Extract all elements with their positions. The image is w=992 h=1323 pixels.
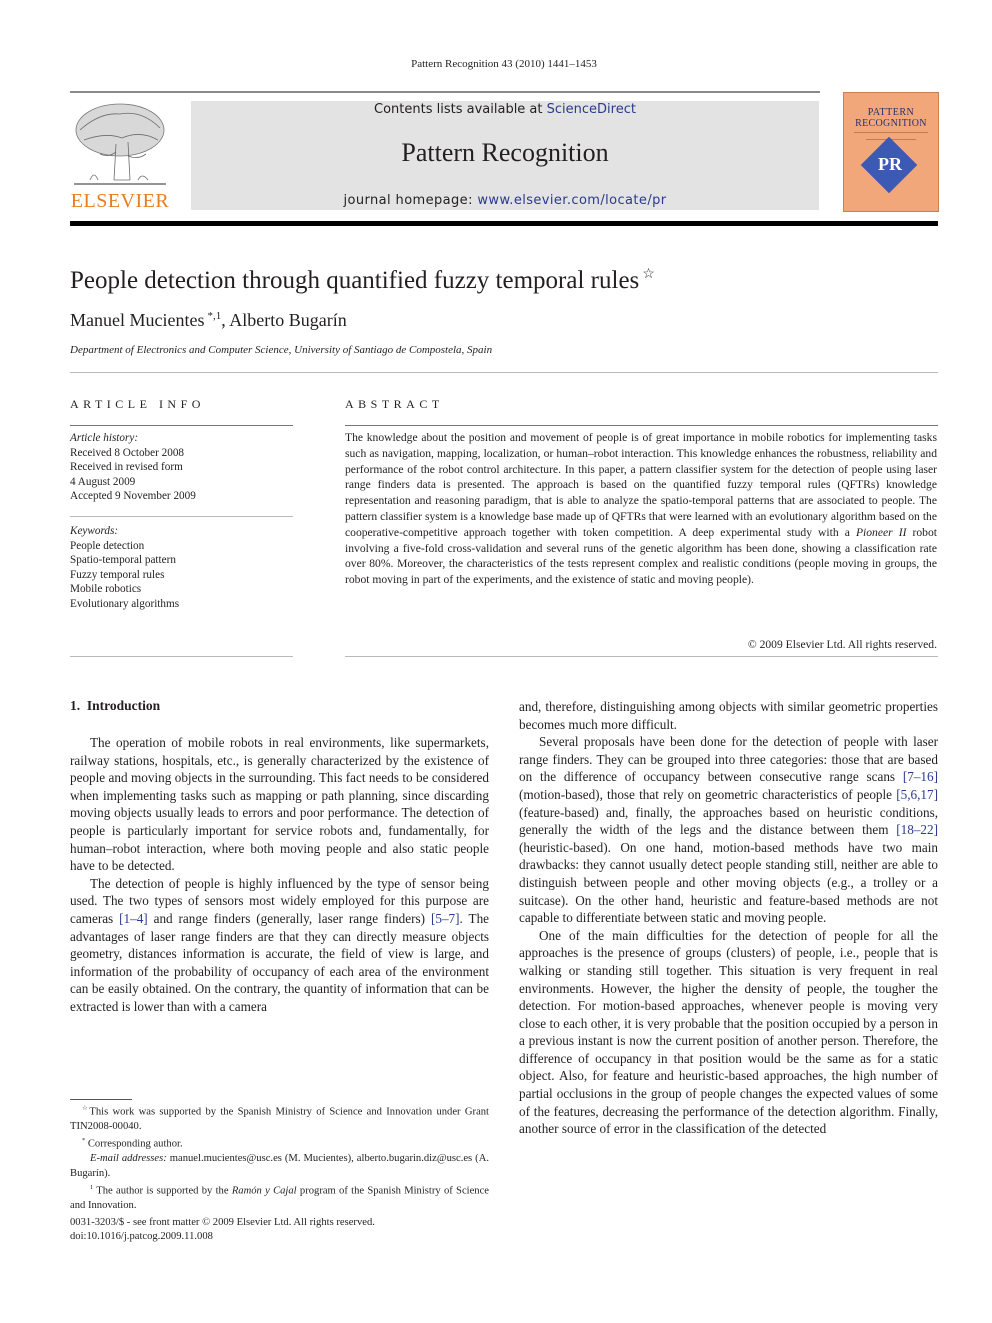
citation-link[interactable]: [5–7] <box>431 911 460 926</box>
abstract-italic: Pioneer II <box>855 525 907 539</box>
paragraph: The detection of people is highly influe… <box>70 875 489 1016</box>
paragraph-text: . The advantages of laser range finders … <box>70 910 490 1014</box>
divider <box>70 372 938 373</box>
paragraph-text: (motion-based), those that rely on geome… <box>519 786 897 802</box>
homepage-link[interactable]: www.elsevier.com/locate/pr <box>477 193 666 208</box>
paragraph-text: Several proposals have been done for the… <box>519 734 938 785</box>
author-name[interactable]: Alberto Bugarín <box>229 310 346 330</box>
author-marks: *,1 <box>207 310 222 322</box>
divider <box>345 425 938 426</box>
asterisk-mark: * <box>82 1137 86 1145</box>
footnote-star: ☆This work was supported by the Spanish … <box>70 1102 489 1134</box>
cover-subtitle-line <box>854 132 928 133</box>
masthead-rule <box>70 221 938 226</box>
paragraph: The operation of mobile robots in real e… <box>70 735 489 874</box>
contents-line: Contents lists available at ScienceDirec… <box>191 102 819 117</box>
citation-link[interactable]: [1–4] <box>119 911 148 926</box>
cover-title-line2: RECOGNITION <box>855 118 927 129</box>
citation-link[interactable]: [18–22] <box>896 822 938 837</box>
footnotes: ☆This work was supported by the Spanish … <box>70 1102 489 1213</box>
affiliation: Department of Electronics and Computer S… <box>70 344 493 356</box>
paragraph-text: and range finders (generally, laser rang… <box>147 910 431 926</box>
divider <box>70 516 293 517</box>
journal-title: Pattern Recognition <box>401 138 609 167</box>
elsevier-wordmark: ELSEVIER <box>70 190 170 212</box>
paragraph-text: (feature-based) and, finally, the approa… <box>519 804 938 838</box>
history-item: 4 August 2009 <box>70 475 136 488</box>
title-note-star-icon[interactable]: ☆ <box>642 267 655 282</box>
issn-line: 0031-3203/$ - see front matter © 2009 El… <box>70 1217 375 1228</box>
elsevier-tree-icon <box>74 103 166 185</box>
keyword: Fuzzy temporal rules <box>70 568 165 581</box>
footnote-email: E-mail addresses: manuel.mucientes@usc.e… <box>70 1152 489 1181</box>
sciencedirect-link[interactable]: ScienceDirect <box>547 102 636 117</box>
article-history: Article history: Received 8 October 2008… <box>70 431 293 504</box>
cover-emblem-text: PR <box>878 154 902 174</box>
keyword: Mobile robotics <box>70 583 142 595</box>
keywords: Keywords: People detection Spatio-tempor… <box>70 524 293 611</box>
paragraph: Several proposals have been done for the… <box>519 733 938 927</box>
footnote-italic: Ramón y Cajal <box>231 1185 297 1197</box>
keyword: Evolutionary algorithms <box>70 597 180 610</box>
abstract-heading: ABSTRACT <box>345 397 444 411</box>
section-heading: 1. Introduction <box>70 698 161 713</box>
article-info-heading: ARTICLE INFO <box>70 397 205 411</box>
abstract-body: The knowledge about the position and mov… <box>345 430 937 588</box>
history-item: Received 8 October 2008 <box>70 446 185 459</box>
footnote-corresponding: * Corresponding author. <box>70 1134 489 1152</box>
intro-left-column: The operation of mobile robots in real e… <box>70 734 489 1016</box>
homepage-line: journal homepage: www.elsevier.com/locat… <box>191 193 819 208</box>
email-label: E-mail addresses: <box>90 1153 167 1165</box>
keyword: Spatio-temporal pattern <box>70 554 176 566</box>
contents-prefix: Contents lists available at <box>374 102 547 117</box>
divider <box>70 425 293 426</box>
front-matter: 0031-3203/$ - see front matter © 2009 El… <box>70 1216 375 1245</box>
history-item: Received in revised form <box>70 461 183 473</box>
homepage-prefix: journal homepage: <box>343 193 478 208</box>
title-text: People detection through quantified fuzz… <box>70 267 640 294</box>
footnote-text: The author is supported by the <box>93 1185 232 1197</box>
paragraph: and, therefore, distinguishing among obj… <box>519 699 938 732</box>
keyword: People detection <box>70 539 145 552</box>
intro-right-column: and, therefore, distinguishing among obj… <box>519 698 938 1138</box>
footnote-rule <box>70 1099 132 1100</box>
article-title: People detection through quantified fuzz… <box>70 266 655 295</box>
elsevier-logo[interactable]: ELSEVIER <box>70 100 170 212</box>
running-head: Pattern Recognition 43 (2010) 1441–1453 <box>411 58 597 70</box>
footnote-1: 1 The author is supported by the Ramón y… <box>70 1181 489 1213</box>
author-list: Manuel Mucientes *,1, Alberto Bugarín <box>70 310 347 331</box>
citation-link[interactable]: [5,6,17] <box>896 787 938 802</box>
paragraph-text: (heuristic-based). On one hand, motion-b… <box>519 839 938 926</box>
journal-cover[interactable]: PATTERN RECOGNITION PR <box>843 92 939 212</box>
divider <box>345 656 938 657</box>
paragraph: One of the main difficulties for the det… <box>519 927 938 1137</box>
citation-link[interactable]: [7–16] <box>903 769 938 784</box>
keywords-label: Keywords: <box>70 525 119 537</box>
header-rule <box>70 91 820 93</box>
footnote-text: Corresponding author. <box>87 1138 183 1150</box>
cover-title-line1: PATTERN <box>867 107 915 118</box>
abstract-text: The knowledge about the position and mov… <box>345 431 937 539</box>
history-item: Accepted 9 November 2009 <box>70 490 196 502</box>
author-name[interactable]: Manuel Mucientes <box>70 310 204 330</box>
copyright: © 2009 Elsevier Ltd. All rights reserved… <box>747 638 937 651</box>
footnote-text: This work was supported by the Spanish M… <box>70 1106 490 1132</box>
divider <box>70 656 293 657</box>
history-label: Article history: <box>70 432 139 444</box>
doi[interactable]: doi:10.1016/j.patcog.2009.11.008 <box>70 1230 375 1244</box>
